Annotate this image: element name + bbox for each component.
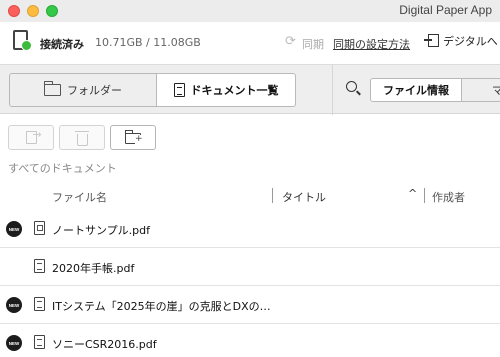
- file-name: ソニーCSR2016.pdf: [52, 338, 157, 351]
- document-row[interactable]: NEW ソニーCSR2016.pdf: [0, 324, 500, 357]
- close-window-button[interactable]: [8, 5, 20, 17]
- import-icon: [424, 34, 439, 47]
- window-title: Digital Paper App: [399, 3, 492, 17]
- column-title[interactable]: タイトル: [282, 189, 326, 205]
- note-file-icon: [34, 221, 45, 235]
- connection-status: 接続済み: [40, 38, 84, 51]
- section-label: すべてのドキュメント: [8, 162, 117, 175]
- document-row[interactable]: 2020年手帳.pdf: [0, 248, 500, 286]
- sync-button[interactable]: 同期: [302, 36, 324, 52]
- trash-icon: [74, 130, 89, 146]
- tab-file-info-label: ファイル情報: [383, 84, 449, 97]
- file-name: ITシステム「2025年の崖」の克服とDXの…: [52, 300, 271, 313]
- main-toolbar: フォルダー ドキュメント一覧 ファイル情報 マ: [0, 64, 500, 115]
- new-folder-button[interactable]: [110, 125, 156, 150]
- export-button[interactable]: [8, 125, 54, 150]
- document-row[interactable]: NEW ITシステム「2025年の崖」の克服とDXの…: [0, 286, 500, 324]
- toolbar-divider: [332, 65, 333, 115]
- file-name: ノートサンプル.pdf: [52, 224, 151, 237]
- documents-icon: [173, 83, 185, 97]
- export-icon: [25, 128, 42, 144]
- tab-more[interactable]: マ: [461, 78, 500, 102]
- column-file-name[interactable]: ファイル名: [52, 189, 107, 205]
- search-icon[interactable]: [346, 81, 357, 92]
- title-bar: Digital Paper App: [0, 0, 500, 22]
- column-resize-handle[interactable]: [272, 188, 273, 203]
- tab-file-info[interactable]: ファイル情報: [370, 78, 462, 102]
- column-header: ファイル名 タイトル ^ 作成者: [0, 184, 500, 206]
- sync-icon: ⟳: [285, 34, 296, 49]
- minimize-window-button[interactable]: [27, 5, 39, 17]
- tab-folder-label: フォルダー: [67, 84, 122, 97]
- new-badge: NEW: [6, 221, 22, 237]
- zoom-window-button[interactable]: [46, 5, 58, 17]
- file-name: 2020年手帳.pdf: [52, 262, 135, 275]
- folder-icon: [43, 81, 61, 96]
- new-folder-icon: [124, 130, 143, 144]
- sync-settings-link[interactable]: 同期の設定方法: [333, 36, 410, 52]
- send-to-digital-label: デジタルへ: [443, 35, 498, 48]
- new-badge: NEW: [6, 297, 22, 313]
- document-row[interactable]: NEW ノートサンプル.pdf: [0, 210, 500, 248]
- tab-more-label: マ: [492, 84, 500, 97]
- storage-usage: 10.71GB / 11.08GB: [95, 36, 201, 49]
- tab-documents-label: ドキュメント一覧: [190, 84, 279, 97]
- tab-documents[interactable]: ドキュメント一覧: [156, 73, 296, 107]
- delete-button[interactable]: [59, 125, 105, 150]
- connected-indicator-icon: [21, 40, 32, 51]
- tab-folder[interactable]: フォルダー: [9, 73, 157, 107]
- column-author[interactable]: 作成者: [432, 189, 465, 205]
- pdf-file-icon: [34, 259, 45, 273]
- column-resize-handle[interactable]: [424, 188, 425, 203]
- pdf-file-icon: [34, 297, 45, 311]
- pdf-file-icon: [34, 335, 45, 349]
- send-to-digital-button[interactable]: デジタルへ: [424, 33, 498, 49]
- new-badge: NEW: [6, 335, 22, 351]
- status-bar: 接続済み 10.71GB / 11.08GB ⟳ 同期 同期の設定方法 デジタル…: [0, 22, 500, 64]
- sort-ascending-icon[interactable]: ^: [408, 187, 417, 200]
